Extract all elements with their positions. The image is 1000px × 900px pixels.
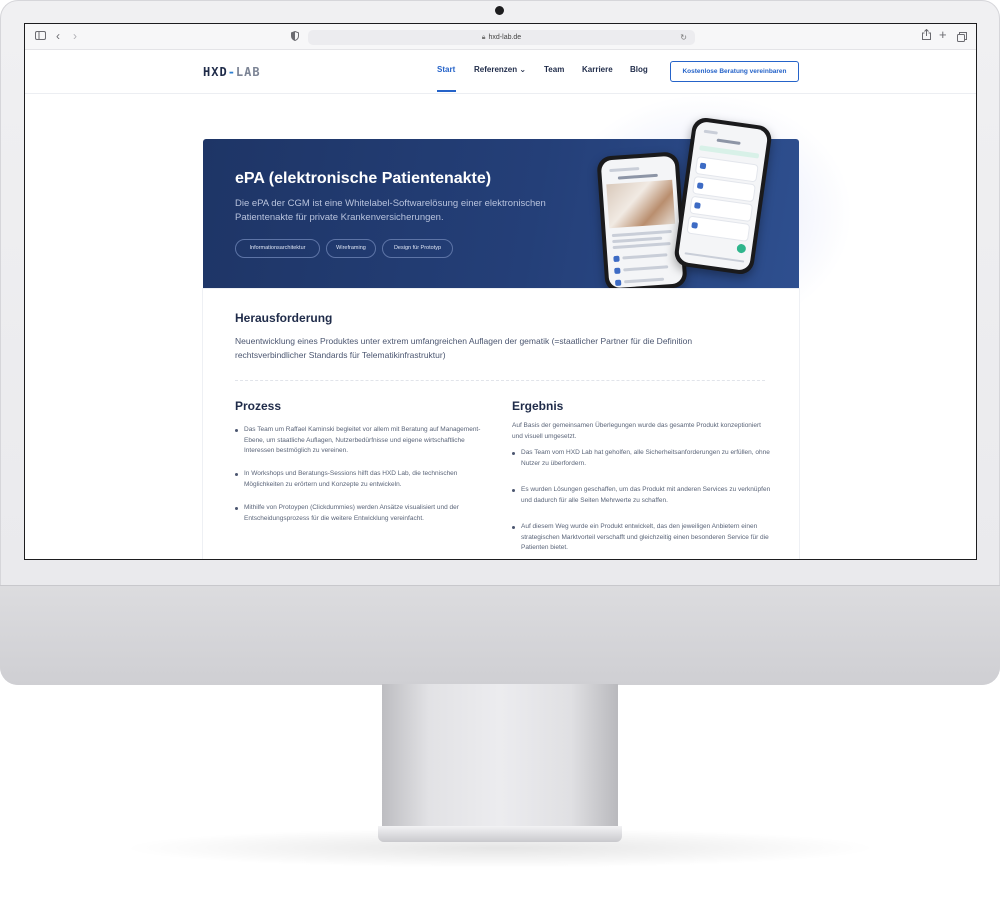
imac-stand-base <box>378 826 622 842</box>
result-bullet: Auf diesem Weg wurde ein Produkt entwick… <box>512 522 773 554</box>
shield-icon[interactable] <box>291 30 299 44</box>
challenge-text: Neuentwicklung eines Produktes unter ext… <box>235 336 693 360</box>
tag-design-prototyp[interactable]: Design für Prototyp <box>382 239 453 258</box>
challenge-heading: Herausforderung <box>235 311 333 325</box>
nav-item-referenzen[interactable]: Referenzen ⌄ <box>474 65 526 74</box>
result-bullet: Es wurden Lösungen geschaffen, um das Pr… <box>512 485 773 506</box>
result-bullet: Das Team vom HXD Lab hat geholfen, alle … <box>512 448 773 469</box>
doctor-photo <box>606 179 676 229</box>
process-bullet: Mithilfe von Protoypen (Clickdummies) we… <box>235 503 494 524</box>
address-bar[interactable]: 🔒︎ hxd-lab.de ↻ <box>308 30 695 45</box>
phone-mockup-back <box>596 151 688 293</box>
tabs-icon[interactable] <box>957 31 967 45</box>
logo-prefix: HXD <box>203 65 228 79</box>
imac-stand <box>382 684 618 829</box>
nav-item-start[interactable]: Start <box>437 65 455 74</box>
process-bullet: Das Team um Raffael Kaminski begleitet v… <box>235 425 494 457</box>
imac-chin <box>0 585 1000 685</box>
nav-item-karriere[interactable]: Karriere <box>582 65 613 74</box>
reload-icon[interactable]: ↻ <box>680 30 687 45</box>
section-divider <box>235 380 765 381</box>
nav-item-blog[interactable]: Blog <box>630 65 648 74</box>
hero-title: ePA (elektronische Patientenakte) <box>235 170 492 187</box>
logo[interactable]: HXD-LAB <box>203 65 261 79</box>
phone-screen <box>600 155 684 289</box>
active-nav-indicator <box>437 90 456 92</box>
url-text: hxd-lab.de <box>488 34 522 41</box>
camera-dot <box>495 6 504 15</box>
tag-wireframing[interactable]: Wireframing <box>326 239 376 258</box>
case-study-content: Herausforderung Neuentwicklung eines Pro… <box>203 289 799 559</box>
consultation-button[interactable]: Kostenlose Beratung vereinbaren <box>670 61 799 82</box>
back-icon[interactable]: ‹ <box>56 29 60 43</box>
hero-subtitle: Die ePA der CGM ist eine Whitelabel-Soft… <box>235 198 546 223</box>
tag-informationsarchitektur[interactable]: Informationsarchitektur <box>235 239 320 258</box>
share-icon[interactable] <box>922 28 931 43</box>
nav-item-team[interactable]: Team <box>544 65 564 74</box>
process-heading: Prozess <box>235 399 282 413</box>
forward-icon[interactable]: › <box>73 29 77 43</box>
result-heading: Ergebnis <box>512 399 564 413</box>
logo-suffix: LAB <box>235 65 261 79</box>
process-bullet: In Workshops und Beratungs-Sessions hilf… <box>235 469 494 490</box>
result-intro: Auf Basis der gemeinsamen Überlegungen w… <box>512 422 761 440</box>
plus-icon[interactable]: + <box>939 28 947 42</box>
logo-dash: - <box>227 65 236 79</box>
phone-screen <box>677 120 769 272</box>
lock-icon: 🔒︎ <box>481 34 486 41</box>
browser-toolbar: ‹ › 🔒︎ hxd-lab.de ↻ + <box>25 24 976 50</box>
screen: ‹ › 🔒︎ hxd-lab.de ↻ + HXD-LAB Start Refer… <box>24 23 977 560</box>
sidebar-icon[interactable] <box>35 29 46 43</box>
